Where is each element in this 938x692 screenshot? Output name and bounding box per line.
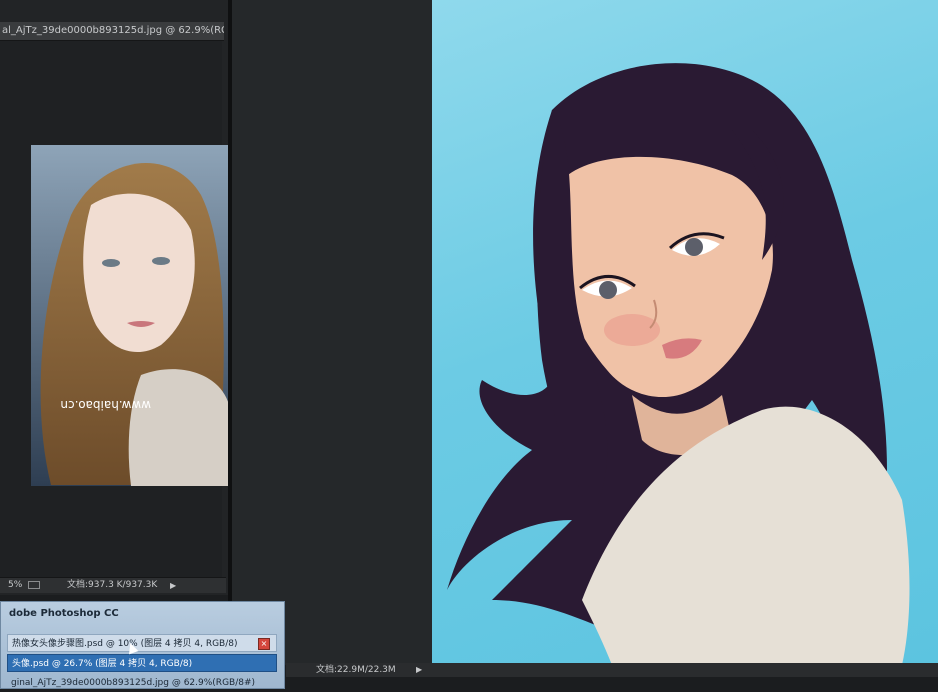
switcher-item-step-psd[interactable]: 热像女头像步骤图.psd @ 10% (图层 4 拷贝 4, RGB/8) ×: [7, 634, 277, 652]
main-status-menu-arrow-icon[interactable]: ▶: [416, 663, 422, 677]
photo-watermark: www.haibao.cn: [60, 398, 151, 412]
reference-document-tab[interactable]: al_AjTz_39de0000b893125d.jpg @ 62.9%(RGB…: [0, 22, 224, 41]
main-status-bar: 文档:22.9M/22.3M ▶: [286, 663, 938, 677]
reference-doc-size: 文档:937.3 K/937.3K: [67, 580, 158, 590]
workspace-background: [232, 0, 432, 665]
switcher-item-label: ginal_AjTz_39de0000b893125d.jpg @ 62.9%(…: [11, 678, 256, 688]
switcher-item-reference-jpg[interactable]: ginal_AjTz_39de0000b893125d.jpg @ 62.9%(…: [7, 674, 277, 692]
close-icon[interactable]: ×: [258, 638, 270, 650]
switcher-item-avatar-psd[interactable]: 头像.psd @ 26.7% (图层 4 拷贝 4, RGB/8): [7, 654, 277, 672]
status-menu-arrow-icon[interactable]: ▶: [170, 578, 176, 593]
digital-painting: [447, 63, 910, 665]
main-canvas[interactable]: [432, 0, 938, 665]
switcher-title: dobe Photoshop CC: [9, 608, 119, 619]
reference-photo: www.haibao.cn: [31, 145, 229, 486]
window-switcher-popup: dobe Photoshop CC 热像女头像步骤图.psd @ 10% (图层…: [0, 601, 285, 689]
status-icon: [28, 581, 40, 589]
reference-canvas[interactable]: www.haibao.cn: [0, 41, 229, 577]
main-doc-size: 文档:22.9M/22.3M: [316, 665, 396, 675]
reference-document-title: al_AjTz_39de0000b893125d.jpg @ 62.9%(RGB…: [2, 25, 224, 36]
reference-status-bar: 5% 文档:937.3 K/937.3K ▶: [0, 577, 226, 593]
switcher-item-label: 头像.psd @ 26.7% (图层 4 拷贝 4, RGB/8): [12, 659, 193, 669]
reference-zoom-readout: 5%: [8, 580, 23, 590]
